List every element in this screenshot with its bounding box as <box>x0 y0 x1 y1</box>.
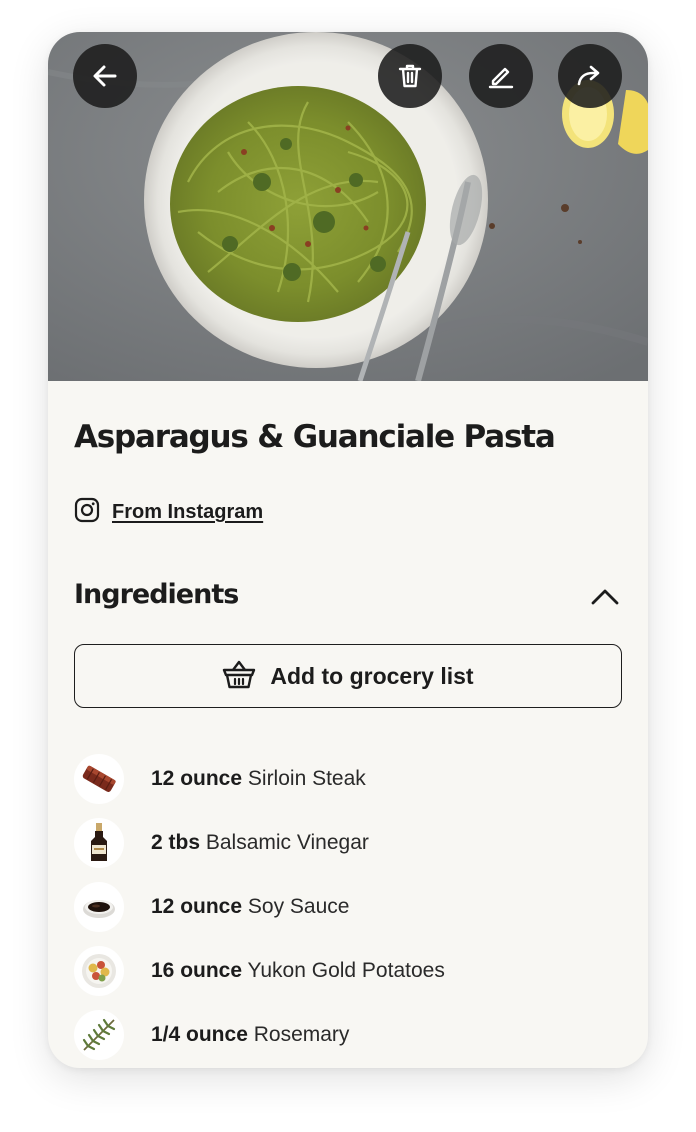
add-to-grocery-list-button[interactable]: Add to grocery list <box>74 644 622 708</box>
ingredient-text: 16 ounce Yukon Gold Potatoes <box>151 959 445 983</box>
ingredient-quantity: 12 ounce <box>151 895 243 918</box>
delete-button[interactable] <box>378 44 442 108</box>
rosemary-icon <box>74 1010 124 1060</box>
ingredients-title: Ingredients <box>74 579 239 610</box>
share-button[interactable] <box>558 44 622 108</box>
potatoes-icon <box>74 946 124 996</box>
ingredient-row: 1/4 ounce Rosemary <box>74 1003 622 1067</box>
soy-sauce-bowl-icon <box>74 882 124 932</box>
ingredient-row: 12 ounce Sirloin Steak <box>74 747 622 811</box>
recipe-card: Asparagus & Guanciale Pasta From Instagr… <box>48 32 648 1068</box>
chevron-up-icon[interactable] <box>590 585 620 614</box>
ingredient-list: 12 ounce Sirloin Steak 2 tbs Balsamic Vi… <box>74 747 622 1067</box>
ingredient-text: 1/4 ounce Rosemary <box>151 1023 349 1047</box>
ingredient-name: Yukon Gold Potatoes <box>247 959 445 982</box>
ingredient-text: 12 ounce Sirloin Steak <box>151 767 366 791</box>
grocery-button-label: Add to grocery list <box>270 662 474 689</box>
ingredient-quantity: 16 ounce <box>151 959 243 982</box>
trash-icon <box>395 61 425 91</box>
back-button[interactable] <box>73 44 137 108</box>
source-link[interactable]: From Instagram <box>112 501 263 524</box>
edit-button[interactable] <box>469 44 533 108</box>
ingredient-text: 12 ounce Soy Sauce <box>151 895 349 919</box>
ingredient-name: Balsamic Vinegar <box>205 831 369 854</box>
ingredient-text: 2 tbs Balsamic Vinegar <box>151 831 369 855</box>
ingredient-row: 2 tbs Balsamic Vinegar <box>74 811 622 875</box>
ingredient-row: 12 ounce Soy Sauce <box>74 875 622 939</box>
recipe-source: From Instagram <box>74 497 263 528</box>
ingredient-name: Rosemary <box>253 1023 350 1046</box>
instagram-icon <box>74 497 100 528</box>
share-arrow-icon <box>574 60 606 92</box>
basket-icon <box>222 658 256 695</box>
ingredient-quantity: 1/4 ounce <box>151 1023 248 1046</box>
pencil-icon <box>486 61 516 91</box>
ingredient-quantity: 12 ounce <box>151 767 243 790</box>
ingredient-quantity: 2 tbs <box>151 831 201 854</box>
ingredient-row: 16 ounce Yukon Gold Potatoes <box>74 939 622 1003</box>
recipe-photo <box>48 32 648 381</box>
ingredient-name: Soy Sauce <box>247 895 350 918</box>
ingredient-name: Sirloin Steak <box>247 767 366 790</box>
steak-icon <box>74 754 124 804</box>
recipe-title: Asparagus & Guanciale Pasta <box>74 419 556 455</box>
ingredients-header[interactable]: Ingredients <box>74 579 622 615</box>
vinegar-bottle-icon <box>74 818 124 868</box>
arrow-left-icon <box>89 60 121 92</box>
